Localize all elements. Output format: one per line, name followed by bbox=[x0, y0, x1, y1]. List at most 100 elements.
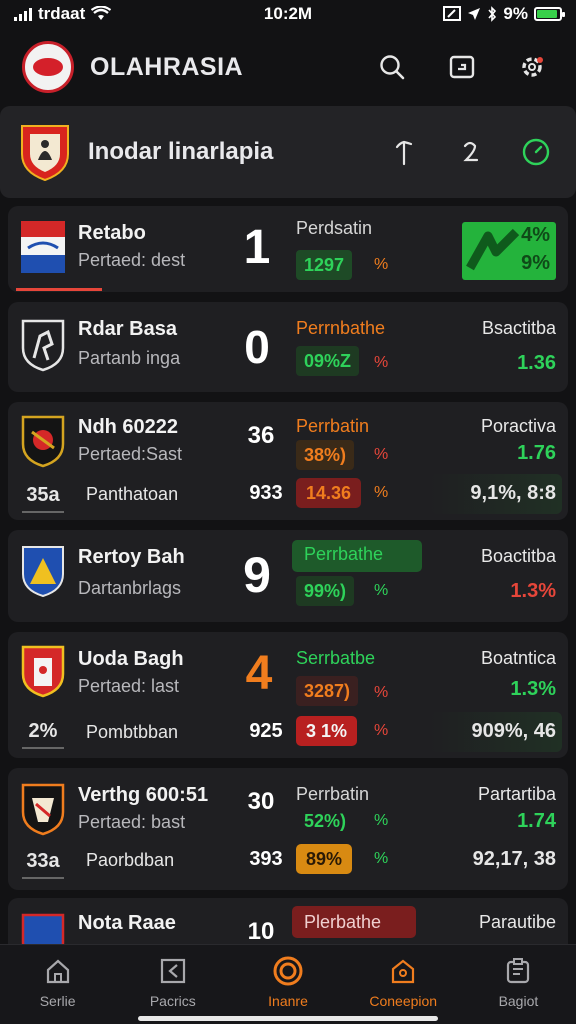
nav-item-report[interactable]: Bagiot bbox=[461, 945, 576, 1024]
app-title: OLAHRASIA bbox=[90, 52, 244, 81]
battery-icon bbox=[534, 7, 565, 21]
status-bar: trdaat 10:2M 9% bbox=[0, 0, 576, 28]
sort-arrow-icon bbox=[395, 140, 413, 166]
stat-label: Perrbatin bbox=[296, 784, 370, 804]
team-crest-icon bbox=[21, 783, 65, 836]
stat-value: 1297 bbox=[296, 250, 353, 280]
match-card[interactable]: Nota Raae 10 Plerbathe Parautibe bbox=[8, 898, 568, 944]
team-name: Verthg 600:51 bbox=[78, 784, 209, 806]
team-crest-icon bbox=[21, 319, 65, 372]
nav-item-target[interactable]: Inanre bbox=[230, 945, 345, 1024]
sort-button[interactable] bbox=[382, 130, 426, 174]
right-label: Boactitba bbox=[480, 546, 556, 566]
competition-icon bbox=[392, 959, 415, 984]
active-indicator bbox=[16, 288, 102, 291]
match-score: 36 bbox=[247, 422, 275, 449]
team-crest-icon bbox=[21, 913, 65, 944]
league-title: Inodar linarlapia bbox=[88, 138, 274, 165]
odds-badge-top: 4% bbox=[521, 224, 550, 246]
match-card[interactable]: Rdar Basa Partanb inga 0 Perrnbathe 09%Z… bbox=[8, 302, 568, 392]
match-card[interactable]: Verthg 600:51 Pertaed: bast 30 Perrbatin… bbox=[8, 768, 568, 890]
odds-badge-bottom: 9% bbox=[521, 252, 550, 274]
wallet-icon bbox=[449, 55, 475, 79]
right-label: Boatntica bbox=[480, 648, 556, 668]
right-label: Bsactitba bbox=[481, 318, 556, 338]
filter-button[interactable] bbox=[448, 130, 492, 174]
stat-percent: % bbox=[374, 684, 389, 701]
stat-value: 38%) bbox=[296, 440, 355, 470]
nav-item-practice[interactable]: Pacrics bbox=[115, 945, 230, 1024]
nav-item-competition[interactable]: Coneepion bbox=[346, 945, 461, 1024]
home-indicator[interactable] bbox=[138, 1016, 438, 1021]
stat-percent: % bbox=[374, 256, 389, 273]
team-name: Rdar Basa bbox=[78, 318, 177, 340]
match-score: 9 bbox=[243, 547, 271, 603]
stat-percent: % bbox=[374, 582, 389, 599]
team-crest-icon bbox=[21, 221, 65, 273]
location-icon bbox=[468, 8, 481, 20]
team-crest-icon bbox=[21, 645, 65, 698]
odds-badge[interactable]: 4% 9% bbox=[462, 222, 556, 280]
bottom-nav: Serlie Pacrics Inanre Coneepion Bagiot bbox=[0, 944, 576, 1024]
extra-stat-value: 89% bbox=[296, 844, 353, 874]
team-subtitle: Partanb inga bbox=[78, 348, 181, 368]
stat-value: 52%) bbox=[304, 810, 347, 831]
extra-label: Panthatoan bbox=[86, 484, 179, 504]
right-label: Parautibe bbox=[478, 912, 556, 932]
extra-right-value: 92,17, 38 bbox=[472, 848, 556, 870]
extra-left-value: 2% bbox=[22, 720, 64, 749]
match-score: 4 bbox=[245, 647, 273, 700]
extra-label: Paorbdban bbox=[86, 850, 175, 870]
team-name: Uoda Bagh bbox=[78, 648, 184, 670]
filter-icon bbox=[463, 141, 479, 162]
gear-icon bbox=[522, 57, 543, 77]
wallet-button[interactable] bbox=[440, 45, 484, 89]
team-name: Nota Raae bbox=[78, 912, 176, 934]
live-button[interactable] bbox=[514, 130, 558, 174]
stat-label: Perrbatin bbox=[296, 416, 370, 436]
search-button[interactable] bbox=[370, 45, 414, 89]
signal-icon bbox=[14, 7, 32, 21]
app-logo bbox=[22, 41, 74, 93]
team-subtitle: Pertaed: last bbox=[78, 676, 180, 696]
right-value: 1.36 bbox=[517, 352, 556, 374]
extra-left-value: 33a bbox=[22, 850, 64, 879]
right-value: 1.74 bbox=[517, 810, 556, 832]
target-icon bbox=[273, 956, 303, 986]
settings-button[interactable] bbox=[510, 45, 554, 89]
carrier-label: trdaat bbox=[38, 4, 86, 23]
report-icon bbox=[507, 958, 530, 984]
extra-stat-value: 14.36 bbox=[296, 478, 362, 508]
right-value: 1.76 bbox=[517, 442, 556, 464]
team-name: Ndh 60222 bbox=[78, 416, 179, 438]
nav-label: Serlie bbox=[39, 993, 76, 1009]
match-card[interactable]: Retabo Pertaed: dest 1 Perdsatin 1297 % … bbox=[8, 206, 568, 292]
trend-icon bbox=[466, 228, 520, 271]
search-icon bbox=[380, 55, 405, 80]
stat-label: Perrbathe bbox=[304, 544, 384, 564]
extra-score: 393 bbox=[249, 848, 283, 870]
wifi-icon bbox=[91, 6, 112, 20]
practice-icon bbox=[160, 958, 185, 984]
match-card[interactable]: Uoda Bagh Pertaed: last 4 Serrbatbe 3287… bbox=[8, 632, 568, 758]
right-label: Partartiba bbox=[477, 784, 556, 804]
stat-label: Perdsatin bbox=[296, 218, 373, 238]
stat-label: Perrnbathe bbox=[296, 318, 386, 338]
league-bar[interactable]: Inodar linarlapia bbox=[0, 106, 576, 198]
nav-item-home[interactable]: Serlie bbox=[0, 945, 115, 1024]
match-card[interactable]: Rertoy Bah Dartanbrlags 9 Perrbathe 99%)… bbox=[8, 530, 568, 622]
extra-right-value: 909%, 46 bbox=[471, 720, 556, 742]
clock-icon bbox=[522, 138, 550, 166]
stat-percent: % bbox=[374, 812, 389, 829]
team-crest-icon bbox=[22, 546, 64, 598]
match-score: 30 bbox=[247, 788, 275, 815]
match-card[interactable]: Ndh 60222 Pertaed:Sast 36 Perrbatin 38%)… bbox=[8, 402, 568, 520]
team-subtitle: Pertaed: bast bbox=[78, 812, 186, 832]
extra-percent: % bbox=[374, 484, 389, 501]
team-crest-icon bbox=[21, 415, 65, 468]
extra-score: 933 bbox=[249, 482, 283, 504]
stat-value: 99%) bbox=[296, 576, 355, 606]
extra-label: Pombtbban bbox=[86, 722, 179, 742]
right-label: Poractiva bbox=[480, 416, 556, 436]
match-score: 1 bbox=[243, 221, 271, 274]
